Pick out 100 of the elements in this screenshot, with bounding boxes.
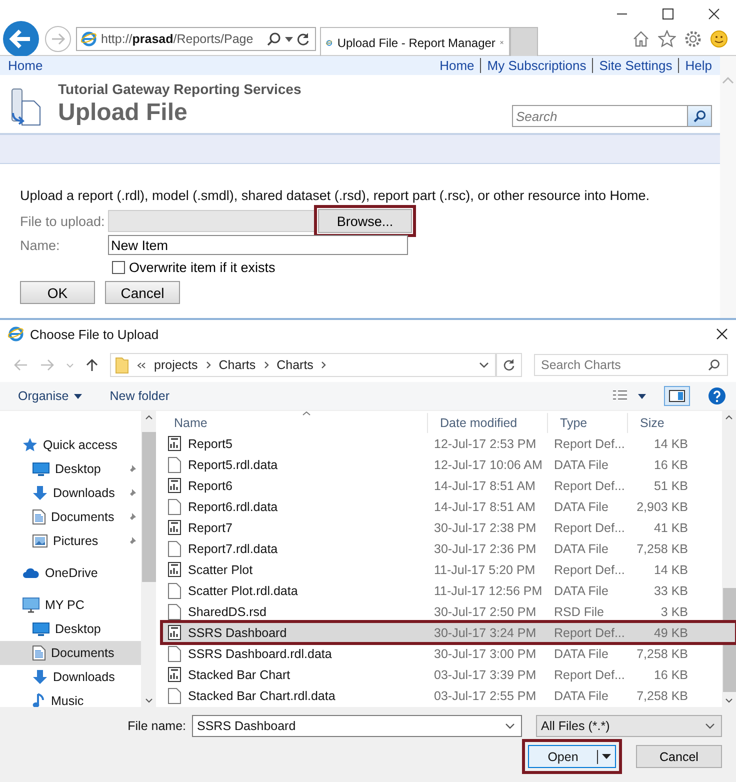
file-row[interactable]: Report5.rdl.data 12-Jul-17 10:06 AM DATA File 16 KB: [162, 454, 722, 475]
scroll-down-icon[interactable]: [144, 698, 152, 703]
navigation-item[interactable]: Desktop: [0, 617, 141, 641]
date-cell-text: 12-Jul-17 10:06 AM: [433, 458, 544, 472]
checkbox[interactable]: [112, 261, 125, 274]
navigation-item[interactable]: Documents: [0, 505, 141, 529]
date-cell-text: 03-Jul-17 3:39 PM: [433, 668, 538, 682]
browse-button[interactable]: Browse...: [318, 209, 412, 233]
path-segment[interactable]: Charts: [276, 358, 314, 372]
navigation-item[interactable]: Music: [0, 689, 141, 713]
close-icon[interactable]: [716, 328, 728, 340]
file-name: Report6: [188, 478, 232, 492]
file-row[interactable]: Report6 14-Jul-17 8:51 AM Report Def... 51 KB: [162, 475, 722, 496]
new-folder-button[interactable]: New folder: [110, 389, 170, 403]
chevron-down-icon[interactable]: [479, 362, 489, 368]
navigation-item[interactable]: Quick access: [0, 433, 141, 457]
scrollbar[interactable]: [141, 411, 156, 707]
navigation-item[interactable]: OneDrive: [0, 561, 141, 585]
up-arrow-icon[interactable]: [86, 358, 98, 372]
organise-menu[interactable]: Organise: [18, 389, 82, 403]
address-bar[interactable]: http://prasad/Reports/Page: [76, 27, 316, 51]
type-cell-text: DATA File: [553, 458, 610, 472]
type-cell-text: Report Def...: [553, 436, 626, 450]
address-text[interactable]: http://prasad/Reports/Page: [101, 32, 263, 46]
caret-icon[interactable]: [638, 394, 646, 398]
form-button[interactable]: OK: [20, 281, 95, 304]
smiley-icon[interactable]: [710, 30, 728, 48]
navigation-item[interactable]: Downloads: [0, 481, 141, 505]
file-path-field[interactable]: [108, 210, 316, 232]
size-cell-text: 14 KB: [652, 562, 689, 576]
home-link[interactable]: Home: [8, 58, 43, 73]
name-field[interactable]: New Item: [108, 235, 408, 255]
form-button[interactable]: Cancel: [105, 281, 180, 304]
column-header[interactable]: Date modified: [428, 413, 548, 433]
type-cell-text: Report Def...: [553, 520, 626, 534]
file-name: Report6.rdl.data: [188, 500, 278, 514]
file-row[interactable]: Stacked Bar Chart.rdl.data 03-Jul-17 2:55 PM DATA File 7,258 KB: [162, 685, 722, 706]
file-row[interactable]: Report7 30-Jul-17 2:38 PM Report Def... 41 KB: [162, 517, 722, 538]
folder-icon: [115, 356, 129, 374]
refresh-button[interactable]: [496, 353, 522, 377]
file-row[interactable]: Scatter Plot.rdl.data 11-Jul-17 12:56 PM DATA File 33 KB: [162, 580, 722, 601]
nav-link[interactable]: Site Settings: [592, 58, 678, 73]
cancel-button[interactable]: Cancel: [636, 745, 722, 768]
scroll-up-icon[interactable]: [144, 415, 152, 420]
back-button[interactable]: [2, 20, 40, 58]
file-row[interactable]: Report5 12-Jul-17 2:53 PM Report Def... 14 KB: [162, 433, 722, 454]
date-cell-text: 30-Jul-17 2:38 PM: [433, 520, 538, 534]
search-icon[interactable]: [267, 32, 281, 46]
file-row[interactable]: Report6.rdl.data 14-Jul-17 8:51 AM DATA File 2,903 KB: [162, 496, 722, 517]
navigation-item[interactable]: Desktop: [0, 457, 141, 481]
preview-pane-button[interactable]: [664, 386, 690, 406]
view-options-icon[interactable]: [612, 390, 628, 402]
path-segment[interactable]: projects: [154, 358, 198, 372]
scroll-thumb[interactable]: [142, 432, 156, 582]
chevron-right-icon[interactable]: [264, 361, 269, 369]
chevron-down-icon[interactable]: [505, 723, 515, 729]
column-header[interactable]: Type: [548, 413, 628, 433]
chevron-right-icon[interactable]: [206, 361, 211, 369]
double-chevron-icon[interactable]: [137, 362, 146, 368]
navigation-item[interactable]: MY PC: [0, 593, 141, 617]
settings-icon[interactable]: [684, 30, 702, 48]
file-row[interactable]: Stacked Bar Chart 03-Jul-17 3:39 PM Report Def... 16 KB: [162, 664, 722, 685]
scroll-down-icon[interactable]: [725, 698, 733, 703]
navigation-item[interactable]: Documents: [0, 641, 141, 665]
home-icon[interactable]: [632, 30, 650, 48]
open-button[interactable]: Open: [528, 745, 616, 768]
scrollbar[interactable]: [722, 411, 736, 707]
address-bar[interactable]: projects Charts Charts: [110, 353, 496, 377]
column-header[interactable]: Size: [628, 413, 694, 433]
search-button[interactable]: [688, 105, 712, 127]
file-row[interactable]: SSRS Dashboard 30-Jul-17 3:24 PM Report Def... 49 KB: [162, 622, 736, 643]
path-segment[interactable]: Charts: [218, 358, 256, 372]
scroll-up-icon[interactable]: [725, 415, 733, 420]
search-field[interactable]: Search: [512, 105, 688, 127]
nav-link[interactable]: Help: [678, 58, 712, 73]
file-row[interactable]: SSRS Dashboard.rdl.data 30-Jul-17 3:00 PM DATA File 7,258 KB: [162, 643, 722, 664]
help-icon[interactable]: [708, 387, 726, 405]
refresh-icon[interactable]: [297, 32, 310, 46]
file-name-field[interactable]: SSRS Dashboard: [192, 715, 522, 737]
nav-link[interactable]: My Subscriptions: [480, 58, 592, 73]
tab-title[interactable]: Upload File - Report Manager: [337, 36, 496, 50]
navigation-item[interactable]: Downloads: [0, 665, 141, 689]
nav-link[interactable]: Home: [434, 58, 480, 73]
navigation-item[interactable]: Pictures: [0, 529, 141, 553]
description-text: Upload a report (.rdl), model (.smdl), shared dataset (.rsd), report part (.rsc), or other resource into Home.: [20, 188, 650, 203]
chevron-right-icon[interactable]: [321, 361, 326, 369]
file-row[interactable]: Report7.rdl.data 30-Jul-17 2:36 PM DATA File 7,258 KB: [162, 538, 722, 559]
maximize-icon[interactable]: [662, 8, 674, 20]
search-icon: [693, 110, 706, 122]
file-row[interactable]: Scatter Plot 11-Jul-17 5:20 PM Report Def... 14 KB: [162, 559, 722, 580]
close-icon[interactable]: [708, 8, 720, 20]
file-row[interactable]: SharedDS.rsd 30-Jul-17 2:50 PM RSD File 3 KB: [162, 601, 722, 622]
checkbox-label[interactable]: Overwrite item if it exists: [129, 260, 276, 275]
file-type-dropdown[interactable]: All Files (*.*): [536, 715, 722, 737]
scrollbar[interactable]: [720, 56, 736, 318]
column-header[interactable]: Name: [162, 413, 428, 433]
dropdown-caret-icon[interactable]: [285, 36, 293, 42]
caret-icon[interactable]: [602, 754, 611, 759]
size-cell-text: 41 KB: [652, 520, 689, 534]
star-icon[interactable]: [658, 30, 676, 48]
